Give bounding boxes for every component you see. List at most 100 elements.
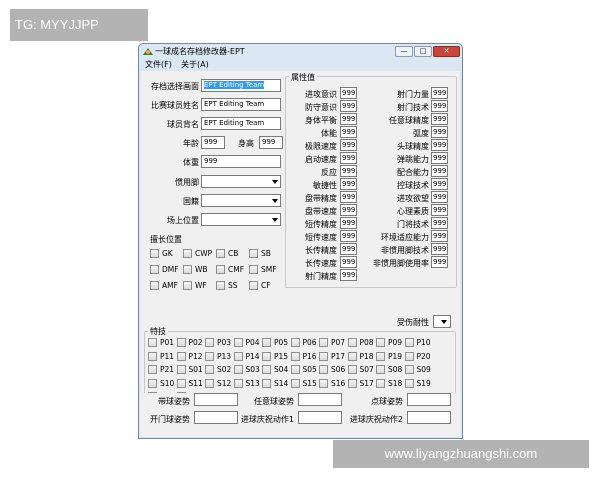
skill-checkbox[interactable]: P11 (148, 351, 176, 363)
skill-checkbox[interactable]: P07 (319, 337, 347, 349)
skill-checkbox[interactable]: P04 (233, 337, 262, 349)
checkbox-box[interactable] (249, 249, 258, 258)
attr-value-field[interactable]: 999 (431, 243, 448, 255)
skill-checkbox[interactable]: P02 (176, 337, 205, 349)
attr-value-field[interactable]: 999 (431, 191, 448, 203)
attr-value-field[interactable]: 999 (340, 113, 357, 125)
goalkick-field[interactable] (194, 411, 238, 424)
position-checkbox[interactable]: SS (216, 280, 248, 292)
checkbox-box[interactable] (205, 378, 214, 388)
nation-select[interactable] (201, 194, 281, 207)
attr-value-field[interactable]: 999 (340, 100, 357, 112)
attr-value-field[interactable]: 999 (340, 230, 357, 242)
checkbox-box[interactable] (148, 378, 157, 388)
skill-checkbox[interactable]: S07 (347, 364, 376, 376)
checkbox-box[interactable] (148, 338, 157, 347)
checkbox-box[interactable] (233, 365, 243, 374)
skill-checkbox[interactable]: P01 (148, 337, 176, 349)
checkbox-box[interactable] (319, 351, 328, 361)
freekick-field[interactable] (298, 393, 342, 406)
attr-value-field[interactable]: 999 (431, 152, 448, 164)
checkbox-box[interactable] (376, 378, 385, 388)
attr-value-field[interactable]: 999 (340, 191, 357, 203)
checkbox-box[interactable] (216, 281, 225, 290)
checkbox-box[interactable] (148, 365, 157, 374)
checkbox-box[interactable] (205, 365, 214, 374)
skill-checkbox[interactable]: S08 (376, 364, 404, 376)
checkbox-box[interactable] (148, 351, 157, 361)
skill-checkbox[interactable]: P16 (290, 351, 319, 363)
attr-value-field[interactable]: 999 (340, 217, 357, 229)
attr-value-field[interactable]: 999 (340, 165, 357, 177)
attr-value-field[interactable]: 999 (431, 230, 448, 242)
skill-checkbox[interactable]: P21 (148, 364, 176, 376)
checkbox-box[interactable] (319, 378, 328, 388)
skill-checkbox[interactable]: S19 (404, 378, 433, 390)
checkbox-box[interactable] (249, 281, 258, 290)
attr-value-field[interactable]: 999 (340, 256, 357, 268)
menu-file[interactable]: 文件(F) (145, 59, 172, 70)
checkbox-box[interactable] (176, 365, 186, 374)
attr-value-field[interactable]: 999 (340, 126, 357, 138)
menu-about[interactable]: 关于(A) (181, 59, 209, 70)
position-checkbox[interactable]: CWP (183, 248, 215, 260)
checkbox-box[interactable] (262, 351, 271, 361)
skill-checkbox[interactable]: P06 (290, 337, 319, 349)
dribble-field[interactable] (194, 393, 238, 406)
checkbox-box[interactable] (347, 338, 357, 347)
checkbox-box[interactable] (176, 378, 186, 388)
skill-checkbox[interactable]: S10 (148, 378, 176, 390)
attr-value-field[interactable]: 999 (431, 139, 448, 151)
back-name-field[interactable]: EPT Editing Team (201, 117, 281, 130)
checkbox-box[interactable] (404, 378, 414, 388)
skill-checkbox[interactable]: S01 (176, 364, 205, 376)
checkbox-box[interactable] (150, 265, 159, 274)
save-select-field[interactable]: EPT Editing Team (201, 79, 281, 92)
attr-value-field[interactable]: 999 (340, 269, 357, 281)
position-checkbox[interactable]: AMF (150, 280, 182, 292)
checkbox-box[interactable] (404, 338, 414, 347)
attr-value-field[interactable]: 999 (431, 113, 448, 125)
attr-value-field[interactable]: 999 (340, 152, 357, 164)
checkbox-box[interactable] (290, 378, 300, 388)
skill-checkbox[interactable]: S15 (290, 378, 319, 390)
skill-checkbox[interactable]: S14 (262, 378, 290, 390)
position-checkbox[interactable]: SB (249, 248, 281, 260)
close-button[interactable]: ✕ (433, 46, 460, 57)
checkbox-box[interactable] (233, 338, 243, 347)
checkbox-box[interactable] (347, 378, 357, 388)
position-checkbox[interactable]: CB (216, 248, 248, 260)
skill-checkbox[interactable]: P10 (404, 337, 433, 349)
skill-checkbox[interactable]: S11 (176, 378, 205, 390)
skill-checkbox[interactable]: S04 (262, 364, 290, 376)
skill-checkbox[interactable]: P18 (347, 351, 376, 363)
attr-value-field[interactable]: 999 (431, 165, 448, 177)
checkbox-box[interactable] (249, 265, 258, 274)
height-field[interactable]: 999 (259, 136, 283, 149)
attr-value-field[interactable]: 999 (431, 178, 448, 190)
checkbox-box[interactable] (290, 365, 300, 374)
skill-checkbox[interactable]: S18 (376, 378, 404, 390)
minimize-button[interactable]: — (395, 46, 413, 57)
checkbox-box[interactable] (262, 338, 271, 347)
checkbox-box[interactable] (176, 338, 186, 347)
attr-value-field[interactable]: 999 (340, 243, 357, 255)
skill-checkbox[interactable]: P13 (205, 351, 233, 363)
checkbox-box[interactable] (150, 281, 159, 290)
skill-checkbox[interactable]: P12 (176, 351, 205, 363)
attr-value-field[interactable]: 999 (340, 204, 357, 216)
checkbox-box[interactable] (205, 351, 214, 361)
skill-checkbox[interactable]: P15 (262, 351, 290, 363)
skill-checkbox[interactable]: P08 (347, 337, 376, 349)
checkbox-box[interactable] (290, 338, 300, 347)
checkbox-box[interactable] (183, 281, 192, 290)
checkbox-box[interactable] (376, 365, 385, 374)
maximize-button[interactable]: □ (414, 46, 432, 57)
position-checkbox[interactable]: CF (249, 280, 281, 292)
skill-checkbox[interactable]: S13 (233, 378, 262, 390)
attr-value-field[interactable]: 999 (431, 87, 448, 99)
checkbox-box[interactable] (176, 351, 186, 361)
skill-checkbox[interactable]: P03 (205, 337, 233, 349)
skill-checkbox[interactable]: S02 (205, 364, 233, 376)
checkbox-box[interactable] (347, 351, 357, 361)
